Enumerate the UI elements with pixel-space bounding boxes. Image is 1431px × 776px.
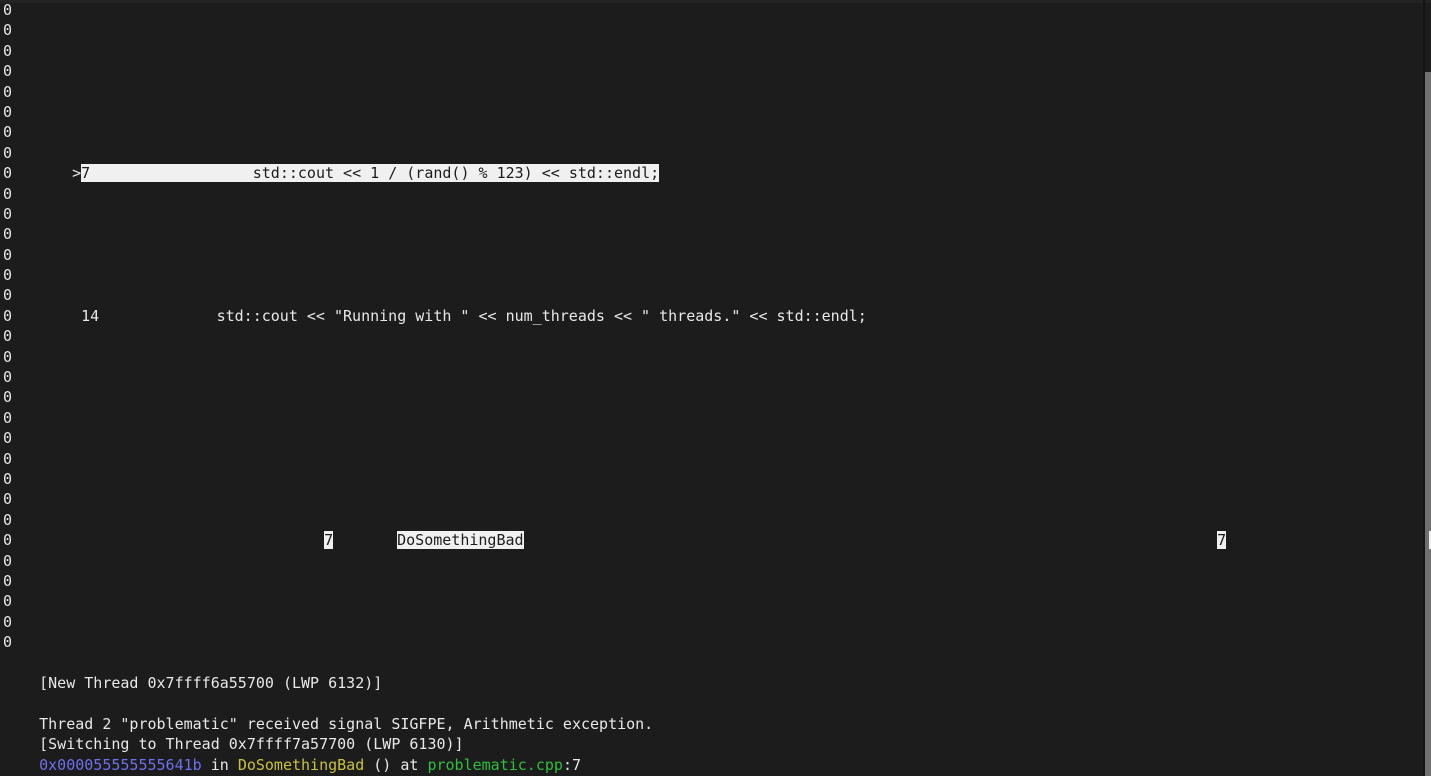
current-line-code: std::cout << 1 / (rand() % 123) << std::…	[252, 164, 660, 183]
frame-line-number-right: 7	[1181, 510, 1227, 550]
output-new-thread-text: [New Thread 0x7ffff6a55700 (LWP 6132)]	[39, 674, 383, 693]
gutter-zero: 0	[3, 531, 13, 550]
gutter-zero: 0	[3, 21, 13, 40]
vertical-scrollbar[interactable]	[1425, 72, 1431, 776]
gutter-zero: 0	[3, 449, 13, 468]
gutter-zero: 0	[3, 62, 13, 81]
frame-address-suffix: 1b	[1393, 510, 1431, 550]
gutter-zero: 0	[3, 551, 13, 570]
gutter-zero: 0	[3, 633, 13, 652]
stop-file-name: problematic.cpp	[427, 756, 563, 775]
stop-in-keyword: in	[201, 756, 238, 775]
gutter-zero: 0	[3, 204, 13, 223]
source-line-14-code: std::cout << "Running with " << num_thre…	[216, 307, 867, 326]
frame-line-number-right-value: 7	[1217, 531, 1227, 550]
gutter-zero: 0	[3, 510, 13, 529]
gutter-zero: 0	[3, 123, 13, 142]
gutter-zero: 0	[3, 408, 13, 427]
stop-parens-at: () at	[364, 756, 428, 775]
gutter-zero: 0	[3, 429, 13, 448]
gutter-zero: 0	[3, 225, 13, 244]
gutter-zero: 0	[3, 164, 13, 183]
gutter-zero: 0	[3, 347, 13, 366]
current-line-number: 7	[81, 164, 91, 183]
current-line-gap	[90, 164, 253, 183]
output-stop-location: 0x000055555555641b in DoSomethingBad () …	[3, 735, 581, 774]
frame-line-number-left: 7	[288, 510, 334, 550]
gutter-zero: 0	[3, 368, 13, 387]
gutter-zero: 0	[3, 286, 13, 305]
frame-function-name: DoSomethingBad	[361, 510, 524, 550]
gutter-zero: 0	[3, 245, 13, 264]
gutter-zero: 0	[3, 306, 13, 325]
current-line-marker: >	[72, 164, 82, 183]
gutter-zero: 0	[3, 266, 13, 285]
output-switching-line: [Switching to Thread 0x7ffff7a57700 (LWP…	[3, 714, 463, 753]
source-line-14[interactable]: 14 std::cout << "Running with " << num_t…	[45, 286, 867, 325]
gutter-zero: 0	[3, 184, 13, 203]
frame-function-name-value: DoSomethingBad	[397, 531, 524, 550]
gutter-zero: 0	[3, 327, 13, 346]
window-top-edge	[0, 0, 1431, 3]
gutter-zero: 0	[3, 82, 13, 101]
gutter-zero: 0	[3, 1, 13, 19]
gdb-terminal-window[interactable]: 00000000000000000000000000000000 >7 std:…	[0, 0, 1431, 776]
gutter-zero: 0	[3, 490, 13, 509]
gutter-zero: 0	[3, 469, 13, 488]
gutter-zero: 0	[3, 612, 13, 631]
frame-line-number-left-value: 7	[324, 531, 334, 550]
source-line-14-gap	[99, 307, 216, 325]
stop-function-name: DoSomethingBad	[237, 756, 365, 775]
current-source-line[interactable]: >7 std::cout << 1 / (rand() % 123) << st…	[36, 143, 660, 183]
stop-file-line: :7	[562, 756, 581, 775]
gutter-zero: 0	[3, 388, 13, 407]
gutter-zero: 0	[3, 571, 13, 590]
gutter-zero: 0	[3, 592, 13, 611]
gutter-zero: 0	[3, 143, 13, 162]
gdb-prompt[interactable]: (gdb)	[3, 755, 104, 775]
gutter-zero: 0	[3, 41, 13, 60]
output-signal-line: Thread 2 "problematic" received signal S…	[3, 694, 653, 733]
output-new-thread: [New Thread 0x7ffff6a55700 (LWP 6132)]	[3, 653, 382, 692]
gutter-zero-column: 00000000000000000000000000000000	[3, 0, 25, 653]
source-line-14-number: 14	[81, 307, 100, 326]
gutter-zero: 0	[3, 102, 13, 121]
